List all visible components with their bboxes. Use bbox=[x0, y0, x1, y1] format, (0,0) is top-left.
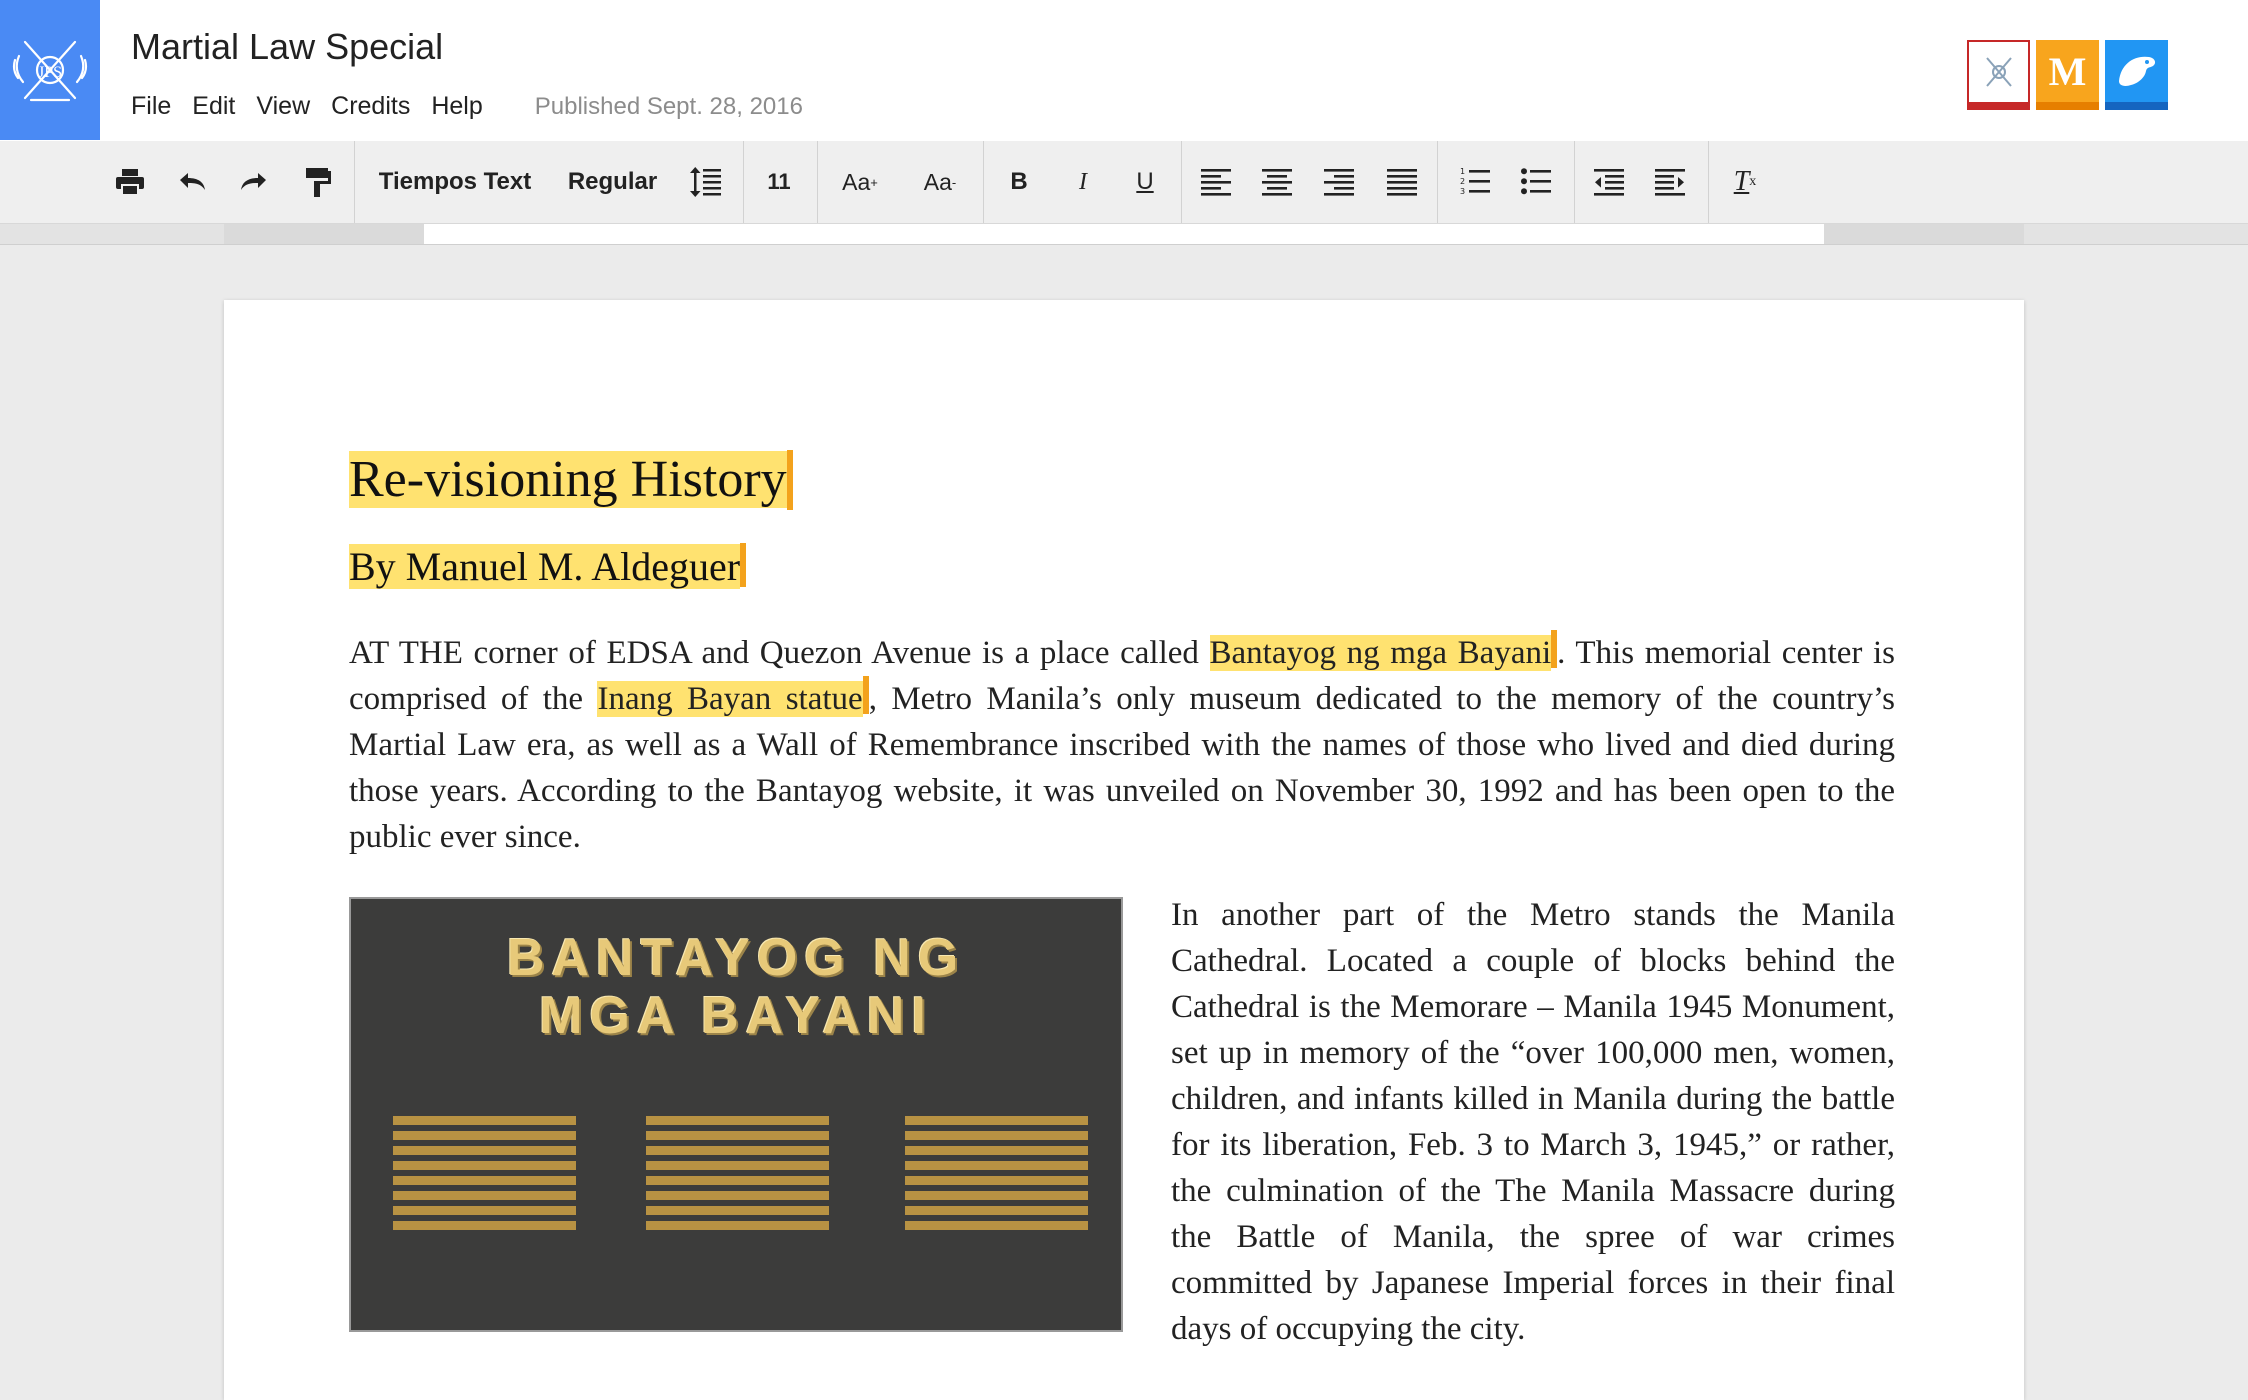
formatting-toolbar: Tiempos Text Regular 11 Aa + Aa - B I U 12… bbox=[0, 141, 2248, 224]
align-right-icon[interactable] bbox=[1319, 141, 1359, 223]
app-header: JPS Martial Law Special File Edit View C… bbox=[0, 0, 2248, 142]
underline-button[interactable]: U bbox=[1126, 141, 1164, 223]
toolbar-divider bbox=[817, 141, 818, 223]
document-title[interactable]: Martial Law Special bbox=[131, 26, 443, 68]
crossed-flags-svg bbox=[1985, 57, 2012, 87]
toolbar-divider bbox=[1708, 141, 1709, 223]
clear-formatting-button[interactable]: Tx bbox=[1725, 141, 1765, 223]
m-logo[interactable]: M bbox=[2036, 40, 2099, 110]
article-title[interactable]: Re-visioning History bbox=[349, 450, 793, 510]
image-title-line-2: MGA BAYANI bbox=[539, 987, 933, 1045]
menu-file[interactable]: File bbox=[131, 92, 171, 121]
paragraph-1[interactable]: AT THE corner of EDSA and Quezon Avenue … bbox=[349, 630, 1895, 860]
clear-formatting-label: T bbox=[1733, 166, 1750, 197]
menu-credits[interactable]: Credits bbox=[331, 92, 410, 121]
menu-bar: File Edit View Credits Help Published Se… bbox=[131, 92, 803, 121]
ruler-margin-right bbox=[1824, 224, 2024, 244]
align-left-icon[interactable] bbox=[1196, 141, 1236, 223]
comment-marker bbox=[786, 450, 793, 510]
crossed-flags-icon[interactable] bbox=[1967, 40, 2030, 110]
decrease-font-size-label: Aa bbox=[923, 168, 952, 195]
eagle-svg bbox=[2118, 56, 2155, 86]
svg-text:JPS: JPS bbox=[38, 64, 62, 81]
increase-font-size-label: Aa bbox=[842, 168, 871, 195]
ruler-text-area bbox=[424, 224, 1824, 244]
toolbar-divider bbox=[1574, 141, 1575, 223]
name-wall-stripes-center bbox=[646, 1116, 829, 1236]
line-spacing-icon[interactable] bbox=[686, 141, 726, 223]
paragraph-1-part-a: AT THE corner of EDSA and Quezon Avenue … bbox=[349, 635, 1210, 671]
toolbar-divider bbox=[1437, 141, 1438, 223]
document-page[interactable]: Re-visioning History By Manuel M. Aldegu… bbox=[224, 300, 2024, 1400]
partner-badges: M bbox=[1967, 40, 2168, 110]
bantayog-image[interactable]: BANTAYOG NG MGA BAYANI bbox=[349, 897, 1123, 1332]
ruler[interactable] bbox=[0, 224, 2248, 245]
highlight-bantayog[interactable]: Bantayog ng mga Bayani bbox=[1209, 635, 1552, 671]
align-center-icon[interactable] bbox=[1257, 141, 1297, 223]
bold-button[interactable]: B bbox=[1000, 141, 1038, 223]
numbered-list-icon[interactable]: 123 bbox=[1455, 141, 1495, 223]
menu-edit[interactable]: Edit bbox=[192, 92, 235, 121]
article-byline-text: By Manuel M. Aldeguer bbox=[349, 544, 741, 589]
increase-indent-icon[interactable] bbox=[1650, 141, 1690, 223]
menu-view[interactable]: View bbox=[256, 92, 310, 121]
decrease-sup: - bbox=[951, 174, 957, 190]
decrease-font-size-button[interactable]: Aa - bbox=[910, 141, 970, 223]
crest-logo-icon[interactable]: JPS bbox=[0, 0, 100, 140]
redo-icon[interactable] bbox=[234, 141, 274, 223]
font-style-select[interactable]: Regular bbox=[560, 141, 665, 223]
print-icon[interactable] bbox=[110, 141, 150, 223]
svg-text:2: 2 bbox=[1460, 177, 1465, 186]
bulleted-list-icon[interactable] bbox=[1516, 141, 1556, 223]
crest-logo-svg: JPS bbox=[12, 40, 88, 102]
highlight-inang-bayan[interactable]: Inang Bayan statue bbox=[597, 681, 863, 717]
bantayog-image-title: BANTAYOG NG MGA BAYANI bbox=[351, 929, 1121, 1045]
toolbar-divider bbox=[743, 141, 744, 223]
italic-button[interactable]: I bbox=[1064, 141, 1102, 223]
decrease-indent-icon[interactable] bbox=[1589, 141, 1629, 223]
ruler-margin-left bbox=[224, 224, 424, 244]
article-title-text: Re-visioning History bbox=[349, 451, 787, 508]
toolbar-divider bbox=[1181, 141, 1182, 223]
font-size-select[interactable]: 11 bbox=[756, 141, 802, 223]
eagle-icon[interactable] bbox=[2105, 40, 2168, 110]
svg-text:3: 3 bbox=[1460, 187, 1465, 196]
clear-formatting-sub: x bbox=[1749, 174, 1757, 189]
increase-sup: + bbox=[870, 174, 878, 190]
increase-font-size-button[interactable]: Aa + bbox=[830, 141, 890, 223]
paint-format-icon[interactable] bbox=[298, 141, 338, 223]
name-wall-stripes-right bbox=[905, 1116, 1088, 1236]
menu-help[interactable]: Help bbox=[431, 92, 482, 121]
image-title-line-1: BANTAYOG NG bbox=[506, 929, 966, 987]
comment-marker bbox=[740, 543, 747, 587]
toolbar-divider bbox=[354, 141, 355, 223]
align-justify-icon[interactable] bbox=[1382, 141, 1422, 223]
toolbar-divider bbox=[983, 141, 984, 223]
font-family-select[interactable]: Tiempos Text bbox=[370, 141, 540, 223]
article-byline[interactable]: By Manuel M. Aldeguer bbox=[349, 543, 747, 590]
svg-text:1: 1 bbox=[1460, 167, 1465, 176]
undo-icon[interactable] bbox=[172, 141, 212, 223]
published-date: Published Sept. 28, 2016 bbox=[534, 92, 803, 120]
paragraph-2[interactable]: In another part of the Metro stands the … bbox=[1171, 892, 1895, 1352]
name-wall-stripes-left bbox=[393, 1116, 576, 1236]
